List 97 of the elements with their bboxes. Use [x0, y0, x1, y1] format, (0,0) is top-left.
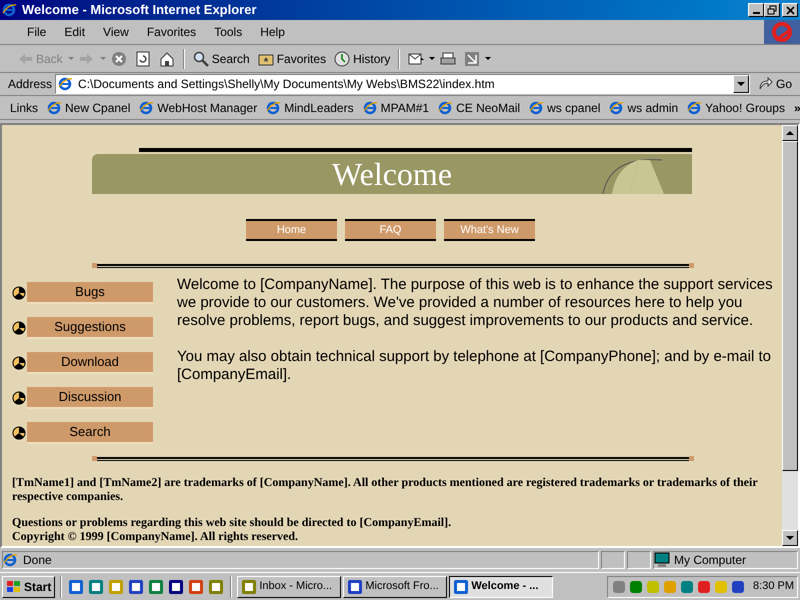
menu-item[interactable]: Edit [55, 23, 94, 41]
search-button[interactable]: Search [190, 48, 253, 70]
sidebar-button[interactable]: Suggestions [27, 317, 153, 339]
tray-icon[interactable] [696, 578, 712, 594]
page-icon [3, 552, 19, 568]
footer-text: Questions or problems regarding this web site should be directed to [CompanyEmail]. [12, 515, 452, 529]
refresh-icon [134, 50, 151, 66]
search-icon [192, 50, 209, 66]
pie-icon [12, 391, 26, 405]
banner-title: Welcome [332, 158, 452, 190]
sidebar-button[interactable]: Discussion [27, 387, 153, 409]
pie-icon [12, 426, 26, 440]
scroll-thumb[interactable] [782, 141, 798, 471]
link-button[interactable]: New Cpanel [47, 98, 130, 116]
pie-icon [12, 321, 26, 335]
menu-item[interactable]: Help [251, 23, 294, 41]
scroll-down-button[interactable] [782, 530, 798, 546]
browser-logo-icon [764, 20, 800, 44]
link-button[interactable]: MPAM#1 [362, 98, 430, 116]
paragraph: You may also obtain technical support by telephone at [CompanyPhone]; and by e-mail to [CompanyEmail]. [177, 348, 772, 384]
clock-text: 8:30 PM [753, 579, 794, 594]
caret-icon [736, 82, 745, 86]
app-icon [453, 578, 470, 594]
history-button[interactable]: History [331, 48, 394, 70]
restore-icon [766, 4, 778, 16]
go-button[interactable]: Go [752, 75, 796, 93]
up-arrow-icon [786, 131, 794, 135]
close-button[interactable] [782, 3, 798, 17]
address-field[interactable]: C:\Documents and Settings\Shelly\My Documents\My Webs\BMS22\index.htm [55, 74, 750, 94]
app-icon [241, 578, 258, 594]
windows-flag-icon [6, 578, 22, 594]
printer-icon [440, 50, 456, 66]
minimize-button[interactable] [748, 3, 764, 17]
link-button[interactable]: ws cpanel [529, 98, 600, 116]
paragraph: Welcome to [CompanyName]. The purpose of this web is to enhance the support services we provide to our customers. We've provided a number of resources here to help you resolve problems, report bugs, and suggest improvements to our products and service. [177, 276, 774, 330]
link-button[interactable]: ws admin [609, 98, 678, 116]
link-button[interactable]: Yahoo! Groups [687, 98, 785, 116]
envelope-icon [408, 50, 424, 66]
menu-item[interactable]: View [94, 23, 138, 41]
status-panel [601, 551, 625, 569]
address-label: Address [8, 76, 52, 93]
page-icon [362, 100, 379, 116]
favorites-button[interactable]: Favorites [254, 48, 330, 70]
taskbar-button[interactable]: Inbox - Micro... [237, 576, 342, 598]
edit-icon [464, 50, 480, 66]
link-button[interactable]: WebHost Manager [139, 98, 258, 116]
tray-icon[interactable] [679, 578, 696, 594]
page-icon [609, 100, 626, 116]
page-icon [266, 100, 282, 116]
scroll-up-button[interactable] [782, 125, 798, 141]
pie-icon [12, 286, 26, 300]
dropdown-caret-icon [100, 57, 106, 60]
tray-icon[interactable] [628, 578, 644, 594]
menu-item[interactable]: Favorites [138, 23, 206, 41]
footer-text: [TmName1] and [TmName2] are trademarks of [CompanyName]. All other products mentioned are registered trademarks or trademarks of their respective companies. [12, 475, 758, 503]
scrollbar[interactable] [782, 125, 798, 546]
link-button[interactable]: MindLeaders [266, 98, 354, 116]
app-icon[interactable] [128, 578, 144, 594]
menu-item[interactable]: Tools [205, 23, 252, 41]
link-button[interactable]: CE NeoMail [438, 98, 520, 116]
page-icon [139, 100, 156, 116]
page-icon [47, 100, 64, 116]
sidebar-button[interactable]: Search [27, 422, 153, 444]
minimize-icon [752, 12, 760, 14]
clock-icon [334, 50, 350, 66]
app-icon [347, 578, 364, 594]
taskbar-button[interactable]: Welcome - ... [449, 576, 554, 598]
dropdown-caret-icon [429, 57, 436, 60]
footer-text: Copyright © 1999 [CompanyName]. All rights reserved. [12, 529, 300, 543]
dropdown-button[interactable] [732, 75, 749, 93]
page-icon [438, 100, 454, 116]
more-links-button[interactable]: » [794, 98, 800, 116]
links-label: Links [10, 100, 38, 116]
taskbar-button[interactable]: Microsoft Fro... [343, 576, 448, 598]
arrow-icon [756, 76, 773, 92]
pie-icon [12, 356, 26, 370]
menu-item[interactable]: File [18, 23, 56, 41]
browser-icon [2, 2, 18, 18]
down-arrow-icon [786, 536, 794, 540]
dropdown-caret-icon [485, 57, 492, 60]
status-panel [627, 551, 651, 569]
page-icon [529, 100, 546, 116]
close-icon [784, 4, 796, 16]
start-button[interactable]: Start [2, 576, 56, 598]
sidebar-button[interactable]: Bugs [27, 282, 153, 304]
restore-button[interactable] [764, 3, 780, 17]
page-icon [58, 76, 74, 92]
sidebar-button[interactable]: Download [27, 352, 153, 374]
window-title: Welcome - Microsoft Internet Explorer [22, 1, 258, 20]
app-icon[interactable] [168, 578, 184, 594]
page-icon [687, 100, 704, 116]
home-icon [158, 50, 175, 66]
tray-icon[interactable] [730, 578, 746, 594]
status-text: Done [23, 552, 52, 569]
stop-icon [110, 50, 127, 66]
zone-text: My Computer [674, 552, 746, 569]
dropdown-caret-icon [68, 57, 74, 60]
